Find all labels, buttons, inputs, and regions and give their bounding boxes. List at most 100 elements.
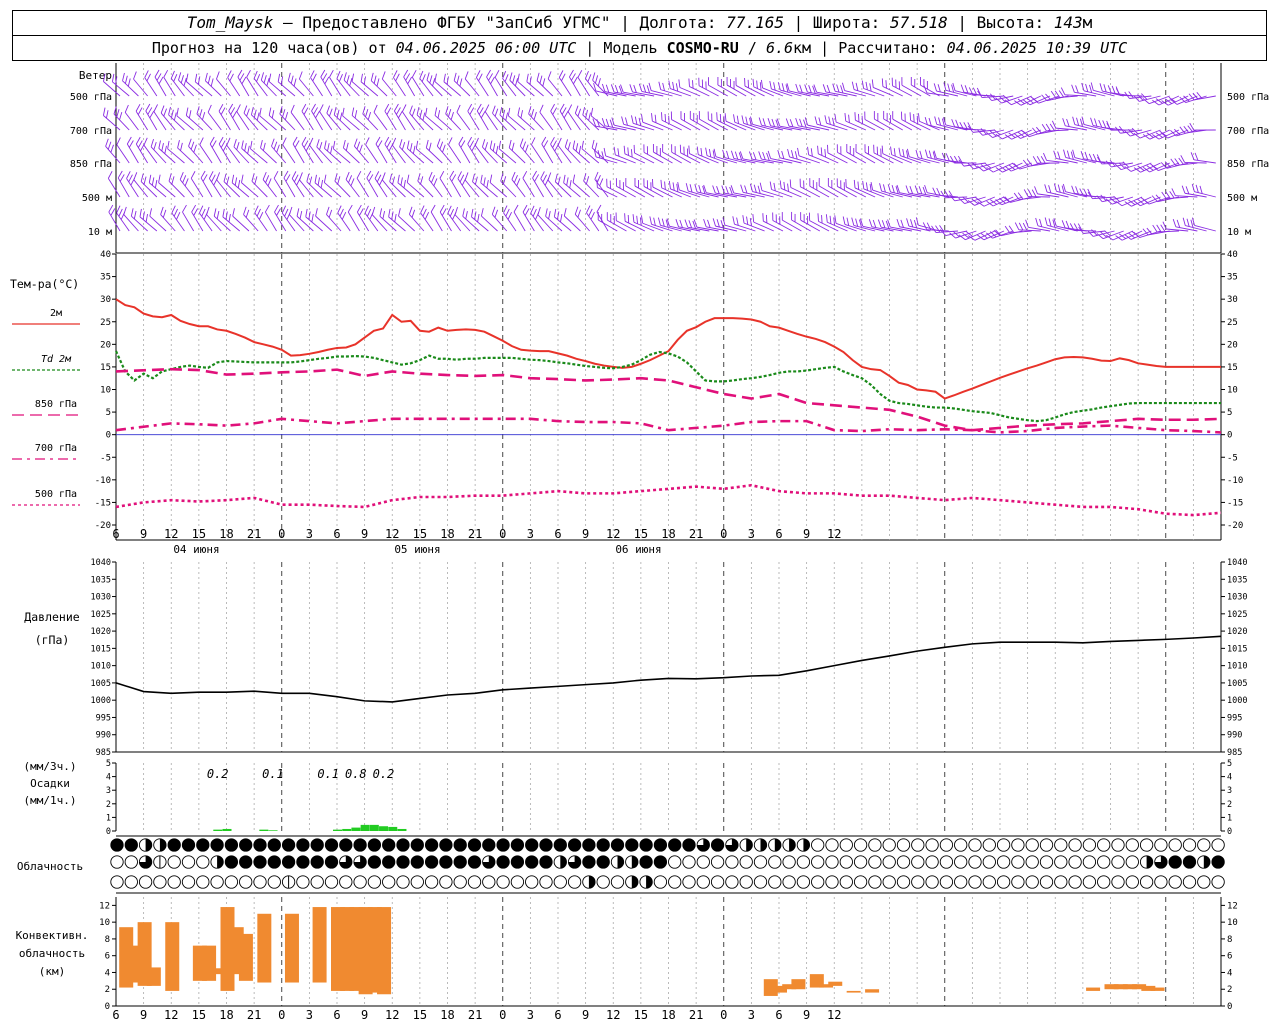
cloud-symbol bbox=[353, 838, 367, 852]
conv-xtick-label: 9 bbox=[140, 1008, 147, 1022]
cloud-symbol bbox=[1054, 855, 1068, 869]
wind-barb bbox=[851, 217, 876, 232]
wind-barb bbox=[1105, 159, 1133, 168]
wind-barb-shaft bbox=[782, 219, 802, 232]
wind-barb-feather bbox=[861, 80, 865, 89]
cloud-symbol bbox=[167, 875, 181, 889]
wind-barb-feather bbox=[909, 112, 912, 121]
wind-barb-shaft bbox=[434, 81, 452, 97]
wind-barb-shaft bbox=[892, 85, 913, 97]
wind-barb-feather bbox=[513, 204, 519, 213]
wind-barb bbox=[158, 174, 176, 198]
cloud-symbol bbox=[911, 838, 925, 852]
cloud-symbol bbox=[625, 855, 639, 869]
cloud-symbol-circle bbox=[696, 855, 710, 869]
wind-barb-shaft bbox=[216, 179, 231, 198]
wind-barb-feather bbox=[1035, 217, 1039, 226]
cloud-symbol bbox=[1011, 855, 1025, 869]
cloud-symbol-circle bbox=[353, 838, 367, 852]
wind-barb-feather bbox=[464, 172, 469, 181]
wind-barb bbox=[1053, 183, 1078, 198]
pres-ytick-label-right: 985 bbox=[1227, 748, 1242, 758]
cloud-symbol-circle bbox=[1068, 838, 1082, 852]
cloud-symbol-half bbox=[217, 855, 224, 869]
wind-barb bbox=[748, 151, 774, 164]
cloud-symbol bbox=[668, 855, 682, 869]
cloud-symbol-circle bbox=[610, 875, 625, 889]
cloud-symbol bbox=[210, 838, 224, 852]
wind-barb-feather bbox=[827, 178, 829, 187]
cloud-symbol bbox=[954, 875, 968, 889]
cloud-symbol-half bbox=[631, 875, 638, 889]
precip-ylabel-line: (мм/1ч.) bbox=[24, 794, 77, 807]
wind-barb bbox=[862, 180, 885, 198]
wind-barb-feather bbox=[596, 204, 602, 213]
wind-barb-shaft bbox=[116, 144, 130, 164]
cloud-symbol-circle bbox=[1025, 875, 1039, 889]
cloud-symbol bbox=[939, 838, 954, 852]
wind-barb-feather bbox=[842, 216, 846, 225]
wind-barb bbox=[194, 73, 213, 97]
cloud-symbol bbox=[1139, 855, 1154, 869]
wind-barb bbox=[253, 70, 268, 97]
wind-barb-feather bbox=[298, 71, 303, 80]
cloud-symbol-circle bbox=[1182, 875, 1197, 889]
cloud-symbol-circle bbox=[896, 875, 911, 889]
wind-barb-feather bbox=[634, 178, 636, 187]
wind-barb-shaft bbox=[310, 77, 323, 97]
cloud-symbol-circle bbox=[453, 838, 467, 852]
wind-barb-shaft bbox=[855, 119, 876, 131]
cloud-symbol bbox=[382, 875, 396, 889]
wind-barb-shaft bbox=[743, 222, 765, 232]
cloud-symbol-circle bbox=[696, 875, 710, 889]
cloud-symbol bbox=[839, 838, 853, 852]
wind-barb-feather bbox=[789, 119, 794, 127]
wind-barb-shaft bbox=[537, 214, 554, 232]
wind-barb bbox=[563, 174, 581, 198]
cloud-symbol bbox=[653, 838, 668, 852]
cloud-symbol-circle bbox=[424, 855, 439, 869]
cloud-symbol bbox=[396, 855, 410, 869]
convective-bar bbox=[312, 907, 327, 983]
cloud-symbol bbox=[1082, 838, 1097, 852]
wind-barb-feather bbox=[590, 107, 594, 116]
wind-barb-shaft bbox=[464, 179, 480, 198]
wind-barb-feather bbox=[688, 145, 690, 154]
convective-bar bbox=[1086, 987, 1101, 991]
wind-barb-feather bbox=[935, 225, 941, 233]
wind-barb-feather bbox=[955, 119, 959, 128]
wind-barb-shaft bbox=[233, 146, 250, 164]
wind-barb-feather bbox=[922, 222, 928, 230]
wind-barb-shaft bbox=[292, 143, 305, 164]
wind-barb-feather bbox=[657, 217, 661, 226]
convective-bar bbox=[1150, 987, 1165, 991]
wind-barb-shaft bbox=[260, 79, 277, 97]
cloud-symbol bbox=[138, 855, 153, 869]
wind-barb-feather bbox=[862, 180, 865, 190]
wind-barb-shaft bbox=[660, 89, 682, 97]
cloud-symbol bbox=[610, 875, 625, 889]
wind-barb-feather bbox=[232, 208, 235, 217]
wind-barb-feather bbox=[1075, 85, 1079, 94]
wind-barb-shaft bbox=[643, 186, 664, 198]
cloud-symbol-circle bbox=[267, 838, 281, 852]
wind-barb-feather bbox=[347, 204, 353, 213]
temp-ytick-label-right: 40 bbox=[1227, 250, 1238, 260]
wind-barb-feather bbox=[163, 69, 169, 78]
wind-barb bbox=[342, 139, 360, 164]
wind-barb-shaft bbox=[218, 110, 231, 131]
wind-barb-shaft bbox=[288, 80, 305, 97]
cloud-symbol-circle bbox=[553, 838, 567, 852]
cloud-symbol bbox=[911, 855, 925, 869]
cloud-symbol bbox=[825, 855, 839, 869]
cloud-symbol bbox=[1068, 838, 1082, 852]
precip-bar bbox=[342, 828, 352, 831]
cloud-symbol-circle bbox=[482, 838, 496, 852]
cloud-symbol-circle bbox=[424, 838, 439, 852]
wind-barb-shaft bbox=[846, 151, 867, 164]
cloud-symbol-circle bbox=[539, 855, 553, 869]
cloud-symbol-circle bbox=[1097, 838, 1111, 852]
wind-barb-shaft bbox=[259, 115, 277, 131]
temp-xtick-label: 9 bbox=[361, 527, 368, 541]
cloud-symbol-circle bbox=[453, 855, 467, 869]
